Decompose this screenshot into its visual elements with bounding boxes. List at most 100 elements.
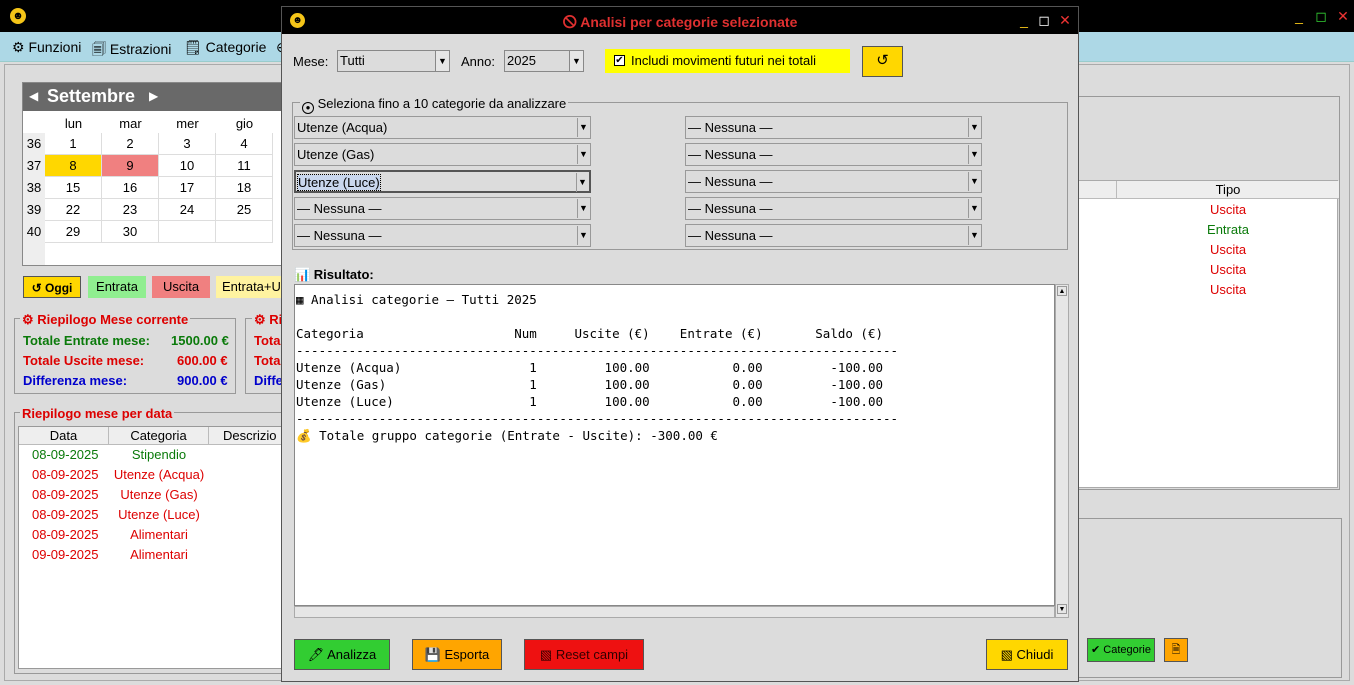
menu-categorie[interactable]: 🗒 Categorie bbox=[184, 39, 266, 56]
calendar-day[interactable]: 24 bbox=[159, 199, 216, 221]
week-number: 37 bbox=[23, 155, 45, 177]
prev-month-icon[interactable]: ◀ bbox=[29, 89, 38, 103]
futuri-checkbox-row[interactable]: ✔ Includi movimenti futuri nei totali bbox=[605, 49, 850, 73]
category-select-right-3[interactable]: — Nessuna — ▼ bbox=[685, 170, 982, 193]
calendar-day[interactable] bbox=[159, 221, 216, 243]
calendar-day[interactable]: 10 bbox=[159, 155, 216, 177]
calendar-day-today[interactable]: 8 bbox=[45, 155, 102, 177]
row-cat[interactable]: Alimentari bbox=[109, 527, 209, 542]
anno-value: 2025 bbox=[507, 53, 536, 68]
calendar-day[interactable]: 17 bbox=[159, 177, 216, 199]
extra-button[interactable]: 🗎 bbox=[1164, 638, 1188, 662]
category-select-right-1[interactable]: — Nessuna — ▼ bbox=[685, 116, 982, 139]
chevron-down-icon[interactable]: ▼ bbox=[577, 199, 589, 218]
calendar-day[interactable]: 1 bbox=[45, 133, 102, 155]
chevron-down-icon[interactable]: ▼ bbox=[577, 226, 589, 245]
chevron-down-icon[interactable]: ▼ bbox=[968, 172, 980, 191]
row-date[interactable]: 08-09-2025 bbox=[32, 447, 99, 462]
calendar-day[interactable]: 11 bbox=[216, 155, 273, 177]
calendar-day[interactable]: 18 bbox=[216, 177, 273, 199]
chevron-down-icon[interactable]: ▼ bbox=[569, 51, 583, 71]
row-date[interactable]: 08-09-2025 bbox=[32, 467, 99, 482]
tipo-cell[interactable]: Uscita bbox=[1117, 262, 1339, 277]
col-descrizione[interactable]: Descrizio bbox=[209, 427, 289, 445]
chevron-down-icon[interactable]: ▼ bbox=[968, 226, 980, 245]
chevron-down-icon[interactable]: ▼ bbox=[968, 199, 980, 218]
row-date[interactable]: 08-09-2025 bbox=[32, 487, 99, 502]
analizza-button[interactable]: 🖊 Analizza bbox=[294, 639, 390, 670]
chevron-down-icon[interactable]: ▼ bbox=[577, 145, 589, 164]
futuri-checkbox[interactable]: ✔ bbox=[614, 55, 625, 66]
row-cat[interactable]: Utenze (Acqua) bbox=[109, 467, 209, 482]
calendar-day[interactable]: 15 bbox=[45, 177, 102, 199]
chevron-down-icon[interactable]: ▼ bbox=[968, 118, 980, 137]
row-date[interactable]: 08-09-2025 bbox=[32, 527, 99, 542]
horizontal-scrollbar[interactable] bbox=[294, 606, 1055, 618]
category-select-left-4[interactable]: — Nessuna — ▼ bbox=[294, 197, 591, 220]
chevron-down-icon[interactable]: ▼ bbox=[576, 173, 588, 192]
calendar-day-selected[interactable]: 9 bbox=[102, 155, 159, 177]
category-select-left-2[interactable]: Utenze (Gas) ▼ bbox=[294, 143, 591, 166]
today-button[interactable]: ↺ Oggi bbox=[23, 276, 81, 298]
category-select-right-4[interactable]: — Nessuna — ▼ bbox=[685, 197, 982, 220]
chiudi-button[interactable]: ▧ Chiudi bbox=[986, 639, 1068, 670]
col-data[interactable]: Data bbox=[19, 427, 109, 445]
calendar-day[interactable]: 4 bbox=[216, 133, 273, 155]
categorie-button[interactable]: ✔ Categorie bbox=[1087, 638, 1155, 662]
calendar-day[interactable] bbox=[216, 221, 273, 243]
calendar-day[interactable]: 22 bbox=[45, 199, 102, 221]
scroll-up-icon[interactable]: ▲ bbox=[1057, 286, 1067, 296]
summary-title-2: ⚙ Ri bbox=[252, 312, 285, 328]
category-select-right-2[interactable]: — Nessuna — ▼ bbox=[685, 143, 982, 166]
right-table[interactable]: Tipo Uscita Entrata Uscita Uscita Uscita bbox=[1076, 180, 1339, 488]
mese-value: Tutti bbox=[340, 53, 365, 68]
by-date-list[interactable]: Data Categoria Descrizio 08-09-2025 Stip… bbox=[18, 426, 289, 669]
row-cat[interactable]: Utenze (Luce) bbox=[109, 507, 209, 522]
category-select-left-1[interactable]: Utenze (Acqua) ▼ bbox=[294, 116, 591, 139]
mese-select[interactable]: Tutti ▼ bbox=[337, 50, 450, 72]
maximize-icon[interactable]: ◻ bbox=[1312, 7, 1330, 25]
esporta-button[interactable]: 💾 Esporta bbox=[412, 639, 502, 670]
category-value: — Nessuna — bbox=[688, 201, 773, 216]
category-select-left-3[interactable]: Utenze (Luce) ▼ bbox=[294, 170, 591, 193]
calendar-day[interactable]: 2 bbox=[102, 133, 159, 155]
tipo-cell[interactable]: Uscita bbox=[1117, 242, 1339, 257]
dialog-title: 🛇 Analisi per categorie selezionate bbox=[562, 14, 798, 30]
tipo-cell[interactable]: Entrata bbox=[1117, 222, 1339, 237]
calendar-day[interactable]: 23 bbox=[102, 199, 159, 221]
vertical-scrollbar[interactable]: ▲ ▼ bbox=[1055, 284, 1069, 618]
row-cat[interactable]: Alimentari bbox=[109, 547, 209, 562]
col-categoria[interactable]: Categoria bbox=[109, 427, 209, 445]
tipo-cell[interactable]: Uscita bbox=[1117, 282, 1339, 297]
dialog-maximize-icon[interactable]: ◻ bbox=[1035, 11, 1053, 29]
menu-estrazioni[interactable]: 🗐 Estrazioni bbox=[92, 39, 171, 63]
dialog-minimize-icon[interactable]: _ bbox=[1015, 11, 1033, 29]
close-icon[interactable]: ✕ bbox=[1334, 7, 1352, 25]
reset-button[interactable]: ▧ Reset campi bbox=[524, 639, 644, 670]
calendar-day[interactable]: 16 bbox=[102, 177, 159, 199]
row-date[interactable]: 09-09-2025 bbox=[32, 547, 99, 562]
col-tipo[interactable]: Tipo bbox=[1117, 181, 1339, 199]
row-cat[interactable]: Stipendio bbox=[109, 447, 209, 462]
row-cat[interactable]: Utenze (Gas) bbox=[109, 487, 209, 502]
refresh-button[interactable]: ↺ bbox=[862, 46, 903, 77]
minimize-icon[interactable]: _ bbox=[1290, 7, 1308, 25]
chevron-down-icon[interactable]: ▼ bbox=[968, 145, 980, 164]
next-month-icon[interactable]: ▶ bbox=[149, 89, 158, 103]
calendar-day[interactable]: 25 bbox=[216, 199, 273, 221]
chevron-down-icon[interactable]: ▼ bbox=[577, 118, 589, 137]
dialog-close-icon[interactable]: ✕ bbox=[1056, 11, 1074, 29]
calendar-day[interactable]: 29 bbox=[45, 221, 102, 243]
menu-funzioni[interactable]: ⚙ Funzioni bbox=[12, 39, 81, 56]
summary2-label: Diffe bbox=[254, 373, 283, 388]
scroll-down-icon[interactable]: ▼ bbox=[1057, 604, 1067, 614]
chevron-down-icon[interactable]: ▼ bbox=[435, 51, 449, 71]
tipo-cell[interactable]: Uscita bbox=[1117, 202, 1339, 217]
calendar-day[interactable]: 30 bbox=[102, 221, 159, 243]
anno-select[interactable]: 2025 ▼ bbox=[504, 50, 584, 72]
category-select-right-5[interactable]: — Nessuna — ▼ bbox=[685, 224, 982, 247]
category-select-left-5[interactable]: — Nessuna — ▼ bbox=[294, 224, 591, 247]
result-textarea[interactable]: ▦ Analisi categorie – Tutti 2025 Categor… bbox=[294, 284, 1055, 606]
calendar-day[interactable]: 3 bbox=[159, 133, 216, 155]
row-date[interactable]: 08-09-2025 bbox=[32, 507, 99, 522]
